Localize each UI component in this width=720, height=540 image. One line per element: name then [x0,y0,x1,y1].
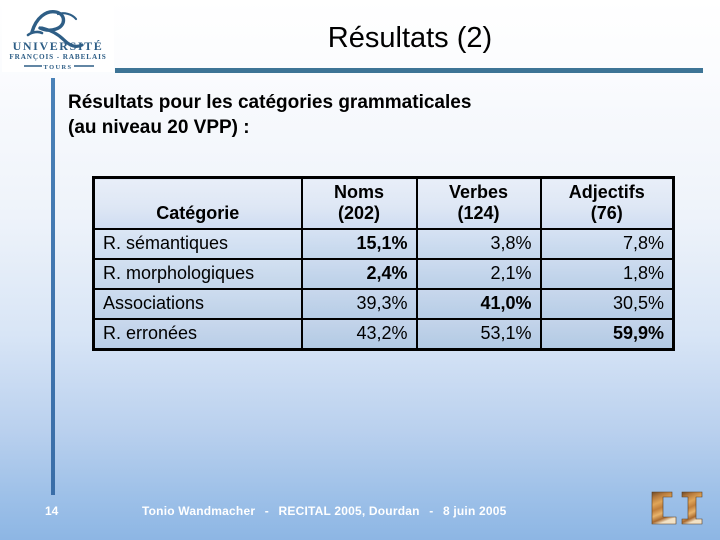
slide-title: Résultats (2) [327,22,493,54]
table-row: R. erronées 43,2% 53,1% 59,9% [92,318,675,351]
column-header-verbes-label: Verbes [448,182,509,202]
column-header-noms-label: Noms [333,182,384,202]
column-header-noms: Noms (202) [300,176,418,230]
footer-credits: Tonio Wandmacher - RECITAL 2005, Dourdan… [142,504,507,518]
li-lab-logo-mark [651,491,703,525]
university-logo: UNIVERSITÉ FRANÇOIS - RABELAIS TOURS [2,2,114,72]
university-logo-mark: UNIVERSITÉ FRANÇOIS - RABELAIS TOURS [9,10,106,71]
column-header-adjectifs-count: (76) [590,203,623,223]
cell-verbes: 53,1% [415,318,542,351]
row-label: R. sémantiques [92,228,303,260]
cell-noms: 15,1% [300,228,418,260]
row-label: Associations [92,288,303,320]
footer-author: Tonio Wandmacher [142,504,256,518]
cell-verbes: 2,1% [415,258,542,290]
cell-verbes: 41,0% [415,288,542,320]
cell-adjectifs: 7,8% [539,228,675,260]
results-table: Catégorie Noms (202) Verbes (124) Adject… [92,176,675,351]
results-table-container: Catégorie Noms (202) Verbes (124) Adject… [92,176,675,351]
cell-adjectifs: 59,9% [539,318,675,351]
table-head: Catégorie Noms (202) Verbes (124) Adject… [92,176,675,230]
column-header-noms-count: (202) [337,203,381,223]
cell-noms: 39,3% [300,288,418,320]
cell-verbes: 3,8% [415,228,542,260]
slide-canvas: UNIVERSITÉ FRANÇOIS - RABELAIS TOURS Rés… [0,0,720,540]
title-divider [115,68,703,73]
footer-page-number: 14 [45,504,59,518]
column-header-adjectifs-label: Adjectifs [568,182,645,202]
footer-separator-2: - [429,504,434,518]
logo-line2: FRANÇOIS - RABELAIS [9,53,106,61]
subtitle-line-2: (au niveau 20 VPP) : [68,117,250,138]
table-row: Associations 39,3% 41,0% 30,5% [92,288,675,320]
slide-subtitle: Résultats pour les catégories grammatica… [68,90,668,140]
logo-line1: UNIVERSITÉ [13,39,104,53]
row-label: R. morphologiques [92,258,303,290]
column-header-category: Catégorie [92,176,303,230]
table-body: R. sémantiques 15,1% 3,8% 7,8% R. morpho… [92,228,675,351]
table-row: R. morphologiques 2,4% 2,1% 1,8% [92,258,675,290]
footer-venue: RECITAL 2005, Dourdan [278,504,420,518]
column-header-category-label: Catégorie [156,203,240,223]
row-label: R. erronées [92,318,303,351]
cell-noms: 2,4% [300,258,418,290]
li-lab-logo [648,490,706,528]
cell-adjectifs: 1,8% [539,258,675,290]
subtitle-line-1: Résultats pour les catégories grammatica… [68,92,472,113]
vertical-accent-bar [51,78,55,495]
table-row: R. sémantiques 15,1% 3,8% 7,8% [92,228,675,260]
logo-line3: TOURS [44,64,73,71]
footer-date: 8 juin 2005 [442,504,507,518]
table-header-row: Catégorie Noms (202) Verbes (124) Adject… [92,176,675,230]
cell-noms: 43,2% [300,318,418,351]
column-header-verbes-count: (124) [457,203,500,223]
column-header-adjectifs: Adjectifs (76) [539,176,675,230]
cell-adjectifs: 30,5% [539,288,675,320]
column-header-verbes: Verbes (124) [415,176,542,230]
footer-separator-1: - [264,504,269,518]
